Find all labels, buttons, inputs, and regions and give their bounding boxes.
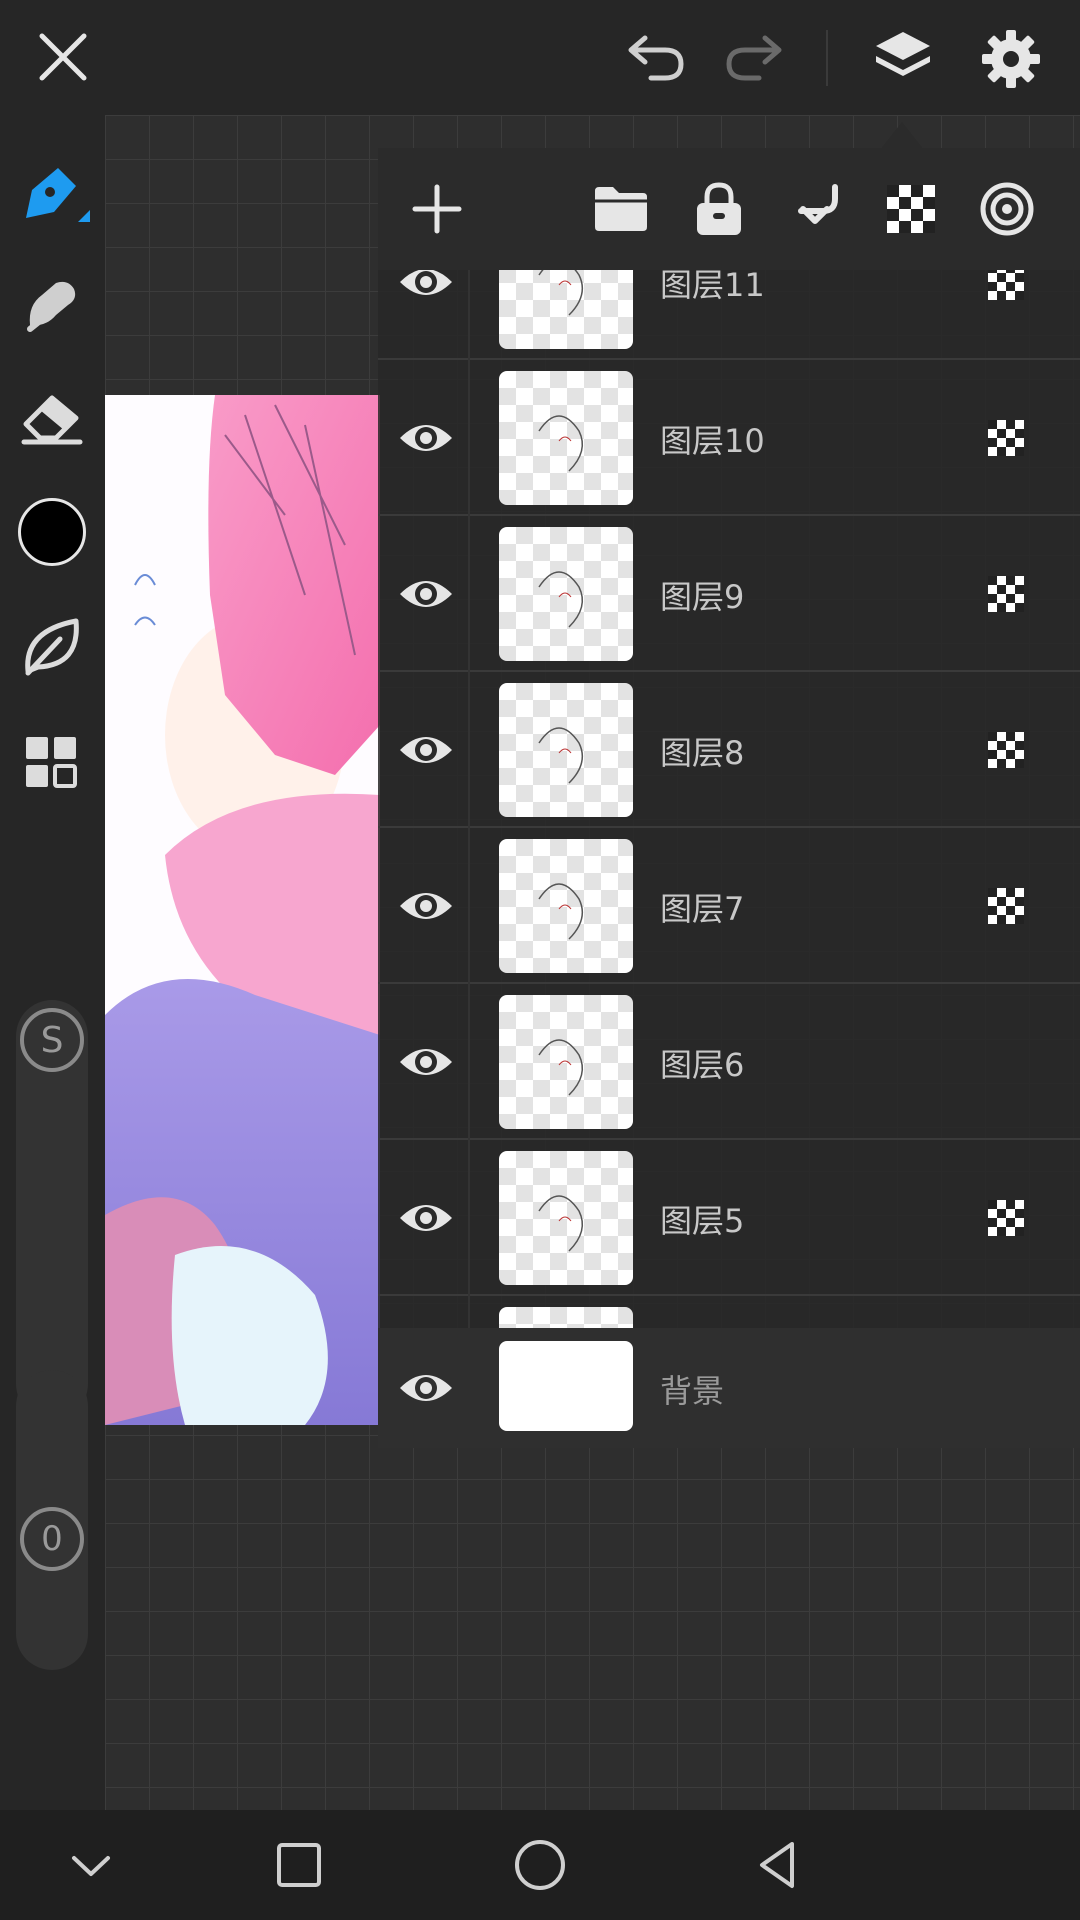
plus-icon (412, 184, 462, 234)
eye-icon[interactable] (396, 1188, 456, 1248)
merge-down-icon (798, 184, 838, 224)
merge-down-button[interactable] (776, 170, 854, 248)
eye-icon[interactable] (396, 270, 456, 312)
row-divider (468, 516, 470, 672)
square-icon[interactable] (266, 1832, 332, 1898)
smudge-icon[interactable] (22, 275, 84, 337)
layers-panel: 图层11图层10图层9图层8图层7图层6图层5图层4 背景 (378, 148, 1080, 1448)
layer-name: 图层5 (660, 1202, 745, 1240)
alpha-lock-button[interactable] (872, 170, 950, 248)
layer-name: 图层8 (660, 734, 745, 772)
layer-name: 图层7 (660, 890, 745, 928)
layers-icon[interactable] (872, 28, 934, 88)
color-swatch[interactable] (18, 498, 86, 566)
eye-icon[interactable] (396, 1032, 456, 1092)
back-triangle-icon[interactable] (746, 1832, 812, 1898)
checker-icon (988, 270, 1024, 300)
top-toolbar (0, 0, 1080, 115)
toolbar-divider (826, 30, 828, 86)
row-divider (468, 1140, 470, 1296)
layer-row[interactable]: 图层8 (378, 672, 1080, 828)
checker-icon (988, 732, 1024, 768)
checker-icon (988, 420, 1024, 456)
layer-row[interactable]: 图层7 (378, 828, 1080, 984)
layer-thumbnail (499, 270, 633, 349)
undo-icon[interactable] (625, 30, 687, 82)
layer-name: 图层11 (660, 270, 765, 304)
layer-row[interactable]: 图层10 (378, 360, 1080, 516)
blend-mode-button[interactable] (968, 170, 1046, 248)
layer-thumbnail (499, 839, 633, 973)
eye-icon[interactable] (396, 876, 456, 936)
layer-list[interactable]: 图层11图层10图层9图层8图层7图层6图层5图层4 (378, 270, 1080, 1448)
layer-name: 图层9 (660, 578, 745, 616)
row-divider (468, 270, 470, 360)
lock-icon (697, 182, 741, 235)
eye-icon[interactable] (396, 1358, 456, 1418)
layer-thumbnail (499, 1341, 633, 1431)
layer-row[interactable]: 图层6 (378, 984, 1080, 1140)
layer-row[interactable]: 图层11 (378, 270, 1080, 360)
lock-button[interactable] (680, 170, 758, 248)
checker-icon (988, 888, 1024, 924)
layer-name: 图层6 (660, 1046, 745, 1084)
chevron-down-icon[interactable] (58, 1832, 124, 1898)
checker-icon (988, 576, 1024, 612)
close-icon[interactable] (36, 30, 90, 84)
checker-icon (988, 1200, 1024, 1236)
layer-thumbnail (499, 371, 633, 505)
leaf-icon[interactable] (20, 615, 84, 679)
layer-thumbnail (499, 995, 633, 1129)
background-layer-row[interactable]: 背景 (378, 1328, 1080, 1448)
layer-thumbnail (499, 527, 633, 661)
row-divider (468, 672, 470, 828)
eye-icon[interactable] (396, 408, 456, 468)
eye-icon[interactable] (396, 564, 456, 624)
folder-button[interactable] (582, 170, 660, 248)
row-divider (468, 828, 470, 984)
pen-icon[interactable] (18, 160, 90, 232)
grid-icon[interactable] (24, 735, 80, 791)
layers-toolbar (378, 148, 1080, 270)
layer-name: 背景 (660, 1372, 725, 1410)
checker-icon (887, 185, 935, 233)
redo-icon[interactable] (723, 30, 785, 82)
layer-name: 图层10 (660, 422, 765, 460)
row-divider (468, 360, 470, 516)
tool-sidebar: S 0 (0, 115, 105, 1810)
layer-row[interactable]: 图层5 (378, 1140, 1080, 1296)
circle-icon[interactable] (507, 1832, 573, 1898)
popover-pointer (880, 122, 924, 150)
gear-icon[interactable] (980, 28, 1042, 90)
layer-thumbnail (499, 683, 633, 817)
opacity-label: 0 (20, 1507, 84, 1571)
add-layer-button[interactable] (398, 170, 476, 248)
eye-icon[interactable] (396, 720, 456, 780)
layer-thumbnail (499, 1151, 633, 1285)
folder-icon (595, 187, 647, 231)
eraser-icon[interactable] (20, 390, 86, 446)
artwork-canvas[interactable] (105, 395, 380, 1425)
row-divider (468, 984, 470, 1140)
target-icon (980, 182, 1034, 236)
size-label: S (20, 1008, 84, 1072)
system-nav-bar (0, 1810, 1080, 1920)
layer-row[interactable]: 图层9 (378, 516, 1080, 672)
